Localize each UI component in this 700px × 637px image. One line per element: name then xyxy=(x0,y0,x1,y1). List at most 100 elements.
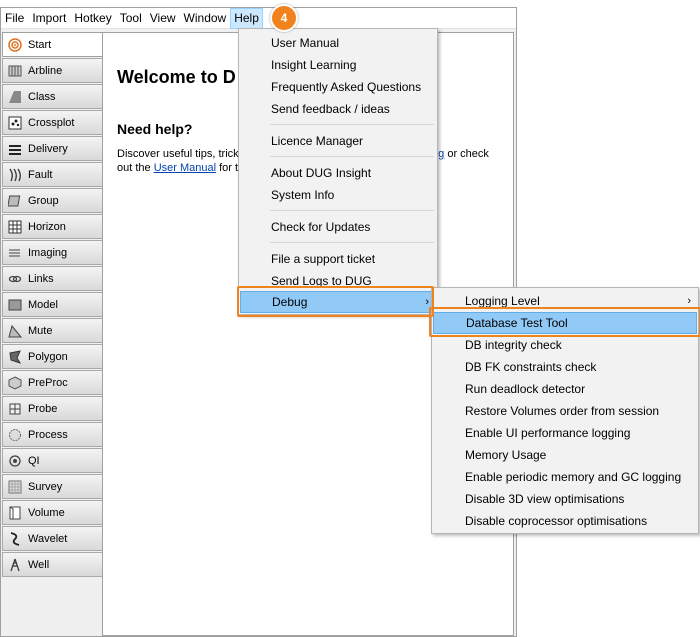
page-title: Welcome to D xyxy=(117,67,236,87)
menu-item-insight-learning[interactable]: Insight Learning xyxy=(240,54,436,76)
class-icon xyxy=(7,89,23,105)
help-text-line1-end: or check xyxy=(444,148,489,160)
menu-item-user-manual[interactable]: User Manual xyxy=(240,32,436,54)
menu-separator xyxy=(270,156,434,157)
menu-item-restore-volumes[interactable]: Restore Volumes order from session xyxy=(433,400,697,422)
menu-item-disable-3d-opt[interactable]: Disable 3D view optimisations xyxy=(433,488,697,510)
menu-item-debug[interactable]: Debug › xyxy=(240,291,436,313)
menu-file[interactable]: File xyxy=(1,8,28,29)
sidebar-item-label: Arbline xyxy=(28,64,63,77)
user-manual-link[interactable]: User Manual xyxy=(154,162,216,174)
sidebar-item-qi[interactable]: QI xyxy=(2,448,102,473)
menu-item-memory-usage[interactable]: Memory Usage xyxy=(433,444,697,466)
polygon-icon xyxy=(7,349,23,365)
sidebar-item-label: Delivery xyxy=(28,142,68,155)
menu-item-db-fk-check[interactable]: DB FK constraints check xyxy=(433,356,697,378)
menu-item-db-integrity[interactable]: DB integrity check xyxy=(433,334,697,356)
menu-item-faq[interactable]: Frequently Asked Questions xyxy=(240,76,436,98)
sidebar-item-label: Volume xyxy=(28,506,65,519)
menu-item-check-updates[interactable]: Check for Updates xyxy=(240,216,436,238)
menu-item-send-feedback[interactable]: Send feedback / ideas xyxy=(240,98,436,120)
sidebar: Start Arbline Class Crossplot Delivery F… xyxy=(2,32,102,578)
sidebar-item-label: Wavelet xyxy=(28,532,68,545)
sidebar-item-label: Horizon xyxy=(28,220,66,233)
menu-item-logging-level[interactable]: Logging Level › xyxy=(433,290,697,312)
sidebar-item-label: Probe xyxy=(28,402,58,415)
menu-separator xyxy=(270,124,434,125)
menu-item-about[interactable]: About DUG Insight xyxy=(240,162,436,184)
sidebar-item-crossplot[interactable]: Crossplot xyxy=(2,110,102,135)
menu-item-send-logs[interactable]: Send Logs to DUG xyxy=(240,270,436,292)
sidebar-item-links[interactable]: Links xyxy=(2,266,102,291)
sidebar-item-arbline[interactable]: Arbline xyxy=(2,58,102,83)
menu-window[interactable]: Window xyxy=(180,8,231,29)
well-icon xyxy=(7,557,23,573)
sidebar-item-label: PreProc xyxy=(28,376,68,389)
menu-item-deadlock-detector[interactable]: Run deadlock detector xyxy=(433,378,697,400)
sidebar-item-wavelet[interactable]: Wavelet xyxy=(2,526,102,551)
survey-icon xyxy=(7,479,23,495)
sidebar-item-start[interactable]: Start xyxy=(2,32,102,57)
menu-item-system-info[interactable]: System Info xyxy=(240,184,436,206)
sidebar-item-delivery[interactable]: Delivery xyxy=(2,136,102,161)
menu-hotkey[interactable]: Hotkey xyxy=(70,8,115,29)
mute-icon xyxy=(7,323,23,339)
sidebar-item-group[interactable]: Group xyxy=(2,188,102,213)
sidebar-item-label: Process xyxy=(28,428,68,441)
sidebar-item-well[interactable]: Well xyxy=(2,552,102,577)
qi-icon xyxy=(7,453,23,469)
menu-import[interactable]: Import xyxy=(28,8,70,29)
model-icon xyxy=(7,297,23,313)
menu-tool[interactable]: Tool xyxy=(116,8,146,29)
submenu-arrow-icon: › xyxy=(687,295,691,307)
crossplot-icon xyxy=(7,115,23,131)
debug-submenu: Logging Level › Database Test Tool DB in… xyxy=(431,287,699,534)
menu-item-gc-logging[interactable]: Enable periodic memory and GC logging xyxy=(433,466,697,488)
menu-item-logging-level-label: Logging Level xyxy=(465,294,540,308)
preproc-icon xyxy=(7,375,23,391)
sidebar-item-survey[interactable]: Survey xyxy=(2,474,102,499)
sidebar-item-volume[interactable]: Volume xyxy=(2,500,102,525)
sidebar-item-label: Well xyxy=(28,558,50,571)
links-icon xyxy=(7,271,23,287)
sidebar-item-preproc[interactable]: PreProc xyxy=(2,370,102,395)
horizon-icon xyxy=(7,219,23,235)
sidebar-item-fault[interactable]: Fault xyxy=(2,162,102,187)
sidebar-item-label: Imaging xyxy=(28,246,68,259)
submenu-arrow-icon: › xyxy=(425,296,429,308)
probe-icon xyxy=(7,401,23,417)
sidebar-item-label: Links xyxy=(28,272,54,285)
sidebar-item-label: Fault xyxy=(28,168,53,181)
sidebar-item-label: Mute xyxy=(28,324,53,337)
menu-item-disable-coproc-opt[interactable]: Disable coprocessor optimisations xyxy=(433,510,697,532)
menu-separator xyxy=(270,210,434,211)
menu-item-ui-perf-logging[interactable]: Enable UI performance logging xyxy=(433,422,697,444)
menu-help[interactable]: Help xyxy=(230,7,263,29)
menu-item-support-ticket[interactable]: File a support ticket xyxy=(240,248,436,270)
menu-item-database-test-tool[interactable]: Database Test Tool xyxy=(433,312,697,334)
sidebar-item-process[interactable]: Process xyxy=(2,422,102,447)
sidebar-item-label: Survey xyxy=(28,480,63,493)
delivery-icon xyxy=(7,141,23,157)
sidebar-item-imaging[interactable]: Imaging xyxy=(2,240,102,265)
sidebar-item-class[interactable]: Class xyxy=(2,84,102,109)
sidebar-item-probe[interactable]: Probe xyxy=(2,396,102,421)
sidebar-item-mute[interactable]: Mute xyxy=(2,318,102,343)
step-badge: 4 xyxy=(270,4,298,32)
menu-separator xyxy=(270,242,434,243)
menu-view[interactable]: View xyxy=(146,8,180,29)
fault-icon xyxy=(7,167,23,183)
sidebar-item-model[interactable]: Model xyxy=(2,292,102,317)
volume-icon xyxy=(7,505,23,521)
sidebar-item-polygon[interactable]: Polygon xyxy=(2,344,102,369)
help-text-line2-end: for t xyxy=(216,162,239,174)
sidebar-item-horizon[interactable]: Horizon xyxy=(2,214,102,239)
help-text-line1: Discover useful tips, tricks xyxy=(117,148,245,160)
help-text-line2: out the xyxy=(117,162,154,174)
wavelet-icon xyxy=(7,531,23,547)
sidebar-item-label: Class xyxy=(28,90,56,103)
arbline-icon xyxy=(7,63,23,79)
sidebar-item-label: Group xyxy=(28,194,59,207)
group-icon xyxy=(7,193,23,209)
menu-item-licence-manager[interactable]: Licence Manager xyxy=(240,130,436,152)
